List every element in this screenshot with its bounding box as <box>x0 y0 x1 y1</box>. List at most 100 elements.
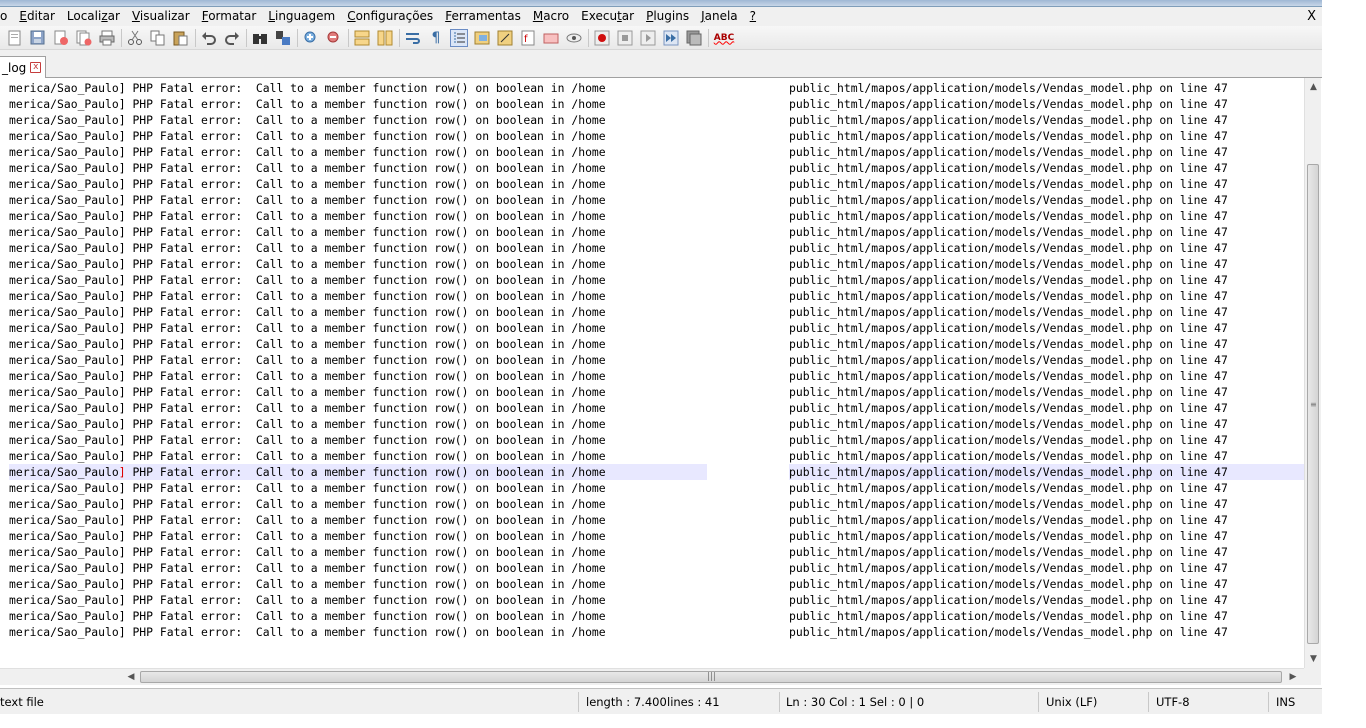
code-line[interactable]: merica/Sao_Paulo] PHP Fatal error: Call … <box>9 160 1304 176</box>
menu-help[interactable]: ? <box>744 7 762 26</box>
code-line[interactable]: merica/Sao_Paulo] PHP Fatal error: Call … <box>9 192 1304 208</box>
run-multiple-icon[interactable] <box>662 29 680 47</box>
code-line[interactable]: merica/Sao_Paulo] PHP Fatal error: Call … <box>9 512 1304 528</box>
menu-view[interactable]: Visualizar <box>126 7 196 26</box>
code-line-bracket: ] <box>118 209 126 223</box>
scroll-down-icon[interactable]: ▼ <box>1305 652 1322 666</box>
code-line[interactable]: merica/Sao_Paulo] PHP Fatal error: Call … <box>9 544 1304 560</box>
code-line[interactable]: merica/Sao_Paulo] PHP Fatal error: Call … <box>9 112 1304 128</box>
code-line[interactable]: merica/Sao_Paulo] PHP Fatal error: Call … <box>9 592 1304 608</box>
scroll-up-icon[interactable]: ▲ <box>1305 80 1322 94</box>
code-line[interactable]: merica/Sao_Paulo] PHP Fatal error: Call … <box>9 624 1304 640</box>
redo-icon[interactable] <box>223 29 241 47</box>
code-line[interactable]: merica/Sao_Paulo] PHP Fatal error: Call … <box>9 400 1304 416</box>
code-line[interactable]: merica/Sao_Paulo] PHP Fatal error: Call … <box>9 320 1304 336</box>
code-line[interactable]: merica/Sao_Paulo] PHP Fatal error: Call … <box>9 304 1304 320</box>
code-line[interactable]: merica/Sao_Paulo] PHP Fatal error: Call … <box>9 480 1304 496</box>
close-all-icon[interactable] <box>75 29 93 47</box>
code-line[interactable]: merica/Sao_Paulo] PHP Fatal error: Call … <box>9 128 1304 144</box>
menu-tools[interactable]: Ferramentas <box>439 7 527 26</box>
code-line-bracket: ] <box>118 513 126 527</box>
undo-icon[interactable] <box>200 29 218 47</box>
code-line[interactable]: merica/Sao_Paulo] PHP Fatal error: Call … <box>9 464 1304 480</box>
new-file-icon[interactable] <box>6 29 24 47</box>
code-line[interactable]: merica/Sao_Paulo] PHP Fatal error: Call … <box>9 560 1304 576</box>
code-line[interactable]: merica/Sao_Paulo] PHP Fatal error: Call … <box>9 528 1304 544</box>
status-insert-mode[interactable]: INS <box>1276 689 1295 715</box>
function-list-icon[interactable] <box>496 29 514 47</box>
copy-icon[interactable] <box>149 29 167 47</box>
code-line[interactable]: merica/Sao_Paulo] PHP Fatal error: Call … <box>9 224 1304 240</box>
scroll-left-icon[interactable]: ◀ <box>124 670 138 684</box>
horizontal-scrollbar[interactable]: ◀ ||| ▶ <box>0 668 1304 685</box>
tab-close-icon[interactable]: x <box>30 62 42 73</box>
code-line[interactable]: merica/Sao_Paulo] PHP Fatal error: Call … <box>9 256 1304 272</box>
code-line-timezone: merica/Sao_Paulo <box>9 113 119 127</box>
find-icon[interactable] <box>251 29 269 47</box>
code-line[interactable]: merica/Sao_Paulo] PHP Fatal error: Call … <box>9 208 1304 224</box>
code-line[interactable]: merica/Sao_Paulo] PHP Fatal error: Call … <box>9 144 1304 160</box>
close-icon[interactable] <box>52 29 70 47</box>
sync-vertical-icon[interactable] <box>353 29 371 47</box>
menu-language[interactable]: Linguagem <box>262 7 341 26</box>
indent-guide-icon[interactable] <box>450 28 468 47</box>
code-line[interactable]: merica/Sao_Paulo] PHP Fatal error: Call … <box>9 448 1304 464</box>
vertical-scroll-thumb[interactable]: ≡ <box>1307 164 1319 644</box>
text-editor[interactable]: merica/Sao_Paulo] PHP Fatal error: Call … <box>0 78 1304 668</box>
save-all-icon[interactable] <box>29 29 47 47</box>
code-line[interactable]: merica/Sao_Paulo] PHP Fatal error: Call … <box>9 288 1304 304</box>
stop-record-icon[interactable] <box>616 29 634 47</box>
code-line-timezone: merica/Sao_Paulo <box>9 401 119 415</box>
code-line[interactable]: merica/Sao_Paulo] PHP Fatal error: Call … <box>9 496 1304 512</box>
play-macro-icon[interactable] <box>639 29 657 47</box>
grip-icon: ||| <box>707 672 717 682</box>
menu-plugins[interactable]: Plugins <box>640 7 695 26</box>
code-line[interactable]: merica/Sao_Paulo] PHP Fatal error: Call … <box>9 576 1304 592</box>
code-line-bracket: ] <box>118 97 126 111</box>
status-encoding[interactable]: UTF-8 <box>1156 689 1190 715</box>
word-wrap-icon[interactable] <box>404 29 422 47</box>
sync-horizontal-icon[interactable] <box>376 29 394 47</box>
folder-workspace-icon[interactable]: f <box>519 29 537 47</box>
doc-map-icon[interactable] <box>473 29 491 47</box>
code-line[interactable]: merica/Sao_Paulo] PHP Fatal error: Call … <box>9 336 1304 352</box>
code-line[interactable]: merica/Sao_Paulo] PHP Fatal error: Call … <box>9 368 1304 384</box>
code-line-timezone: merica/Sao_Paulo <box>9 129 119 143</box>
eye-icon[interactable] <box>565 29 583 47</box>
save-macro-icon[interactable] <box>685 29 703 47</box>
code-line[interactable]: merica/Sao_Paulo] PHP Fatal error: Call … <box>9 80 1304 96</box>
code-line[interactable]: merica/Sao_Paulo] PHP Fatal error: Call … <box>9 608 1304 624</box>
code-line[interactable]: merica/Sao_Paulo] PHP Fatal error: Call … <box>9 416 1304 432</box>
menu-settings[interactable]: Configurações <box>341 7 439 26</box>
close-document-button[interactable]: X <box>1307 7 1316 26</box>
menu-window[interactable]: Janela <box>695 7 744 26</box>
zoom-in-icon[interactable] <box>302 29 320 47</box>
print-icon[interactable] <box>98 29 116 47</box>
vertical-scrollbar[interactable]: ▲ ≡ ▼ <box>1304 78 1321 668</box>
code-line[interactable]: merica/Sao_Paulo] PHP Fatal error: Call … <box>9 432 1304 448</box>
code-line[interactable]: merica/Sao_Paulo] PHP Fatal error: Call … <box>9 240 1304 256</box>
menu-search[interactable]: Localizar <box>61 7 126 26</box>
code-line[interactable]: merica/Sao_Paulo] PHP Fatal error: Call … <box>9 96 1304 112</box>
code-line[interactable]: merica/Sao_Paulo] PHP Fatal error: Call … <box>9 352 1304 368</box>
show-all-chars-icon[interactable]: ¶ <box>427 29 445 47</box>
menu-run[interactable]: Executar <box>575 7 640 26</box>
menu-edit[interactable]: Editar <box>13 7 61 26</box>
horizontal-scroll-thumb[interactable]: ||| <box>140 671 1282 683</box>
status-eol[interactable]: Unix (LF) <box>1046 689 1097 715</box>
code-line[interactable]: merica/Sao_Paulo] PHP Fatal error: Call … <box>9 272 1304 288</box>
code-line[interactable]: merica/Sao_Paulo] PHP Fatal error: Call … <box>9 176 1304 192</box>
zoom-out-icon[interactable] <box>325 29 343 47</box>
monitor-icon[interactable] <box>542 29 560 47</box>
menu-macro[interactable]: Macro <box>527 7 575 26</box>
tab-log-file[interactable]: _log x <box>0 56 47 78</box>
menu-file[interactable]: o <box>0 7 13 26</box>
spell-check-icon[interactable]: ABC <box>713 29 735 47</box>
scroll-right-icon[interactable]: ▶ <box>1286 670 1300 684</box>
record-macro-icon[interactable] <box>593 29 611 47</box>
paste-icon[interactable] <box>172 29 190 47</box>
menu-format[interactable]: Formatar <box>196 7 263 26</box>
replace-icon[interactable] <box>274 29 292 47</box>
code-line[interactable]: merica/Sao_Paulo] PHP Fatal error: Call … <box>9 384 1304 400</box>
cut-icon[interactable] <box>126 29 144 47</box>
